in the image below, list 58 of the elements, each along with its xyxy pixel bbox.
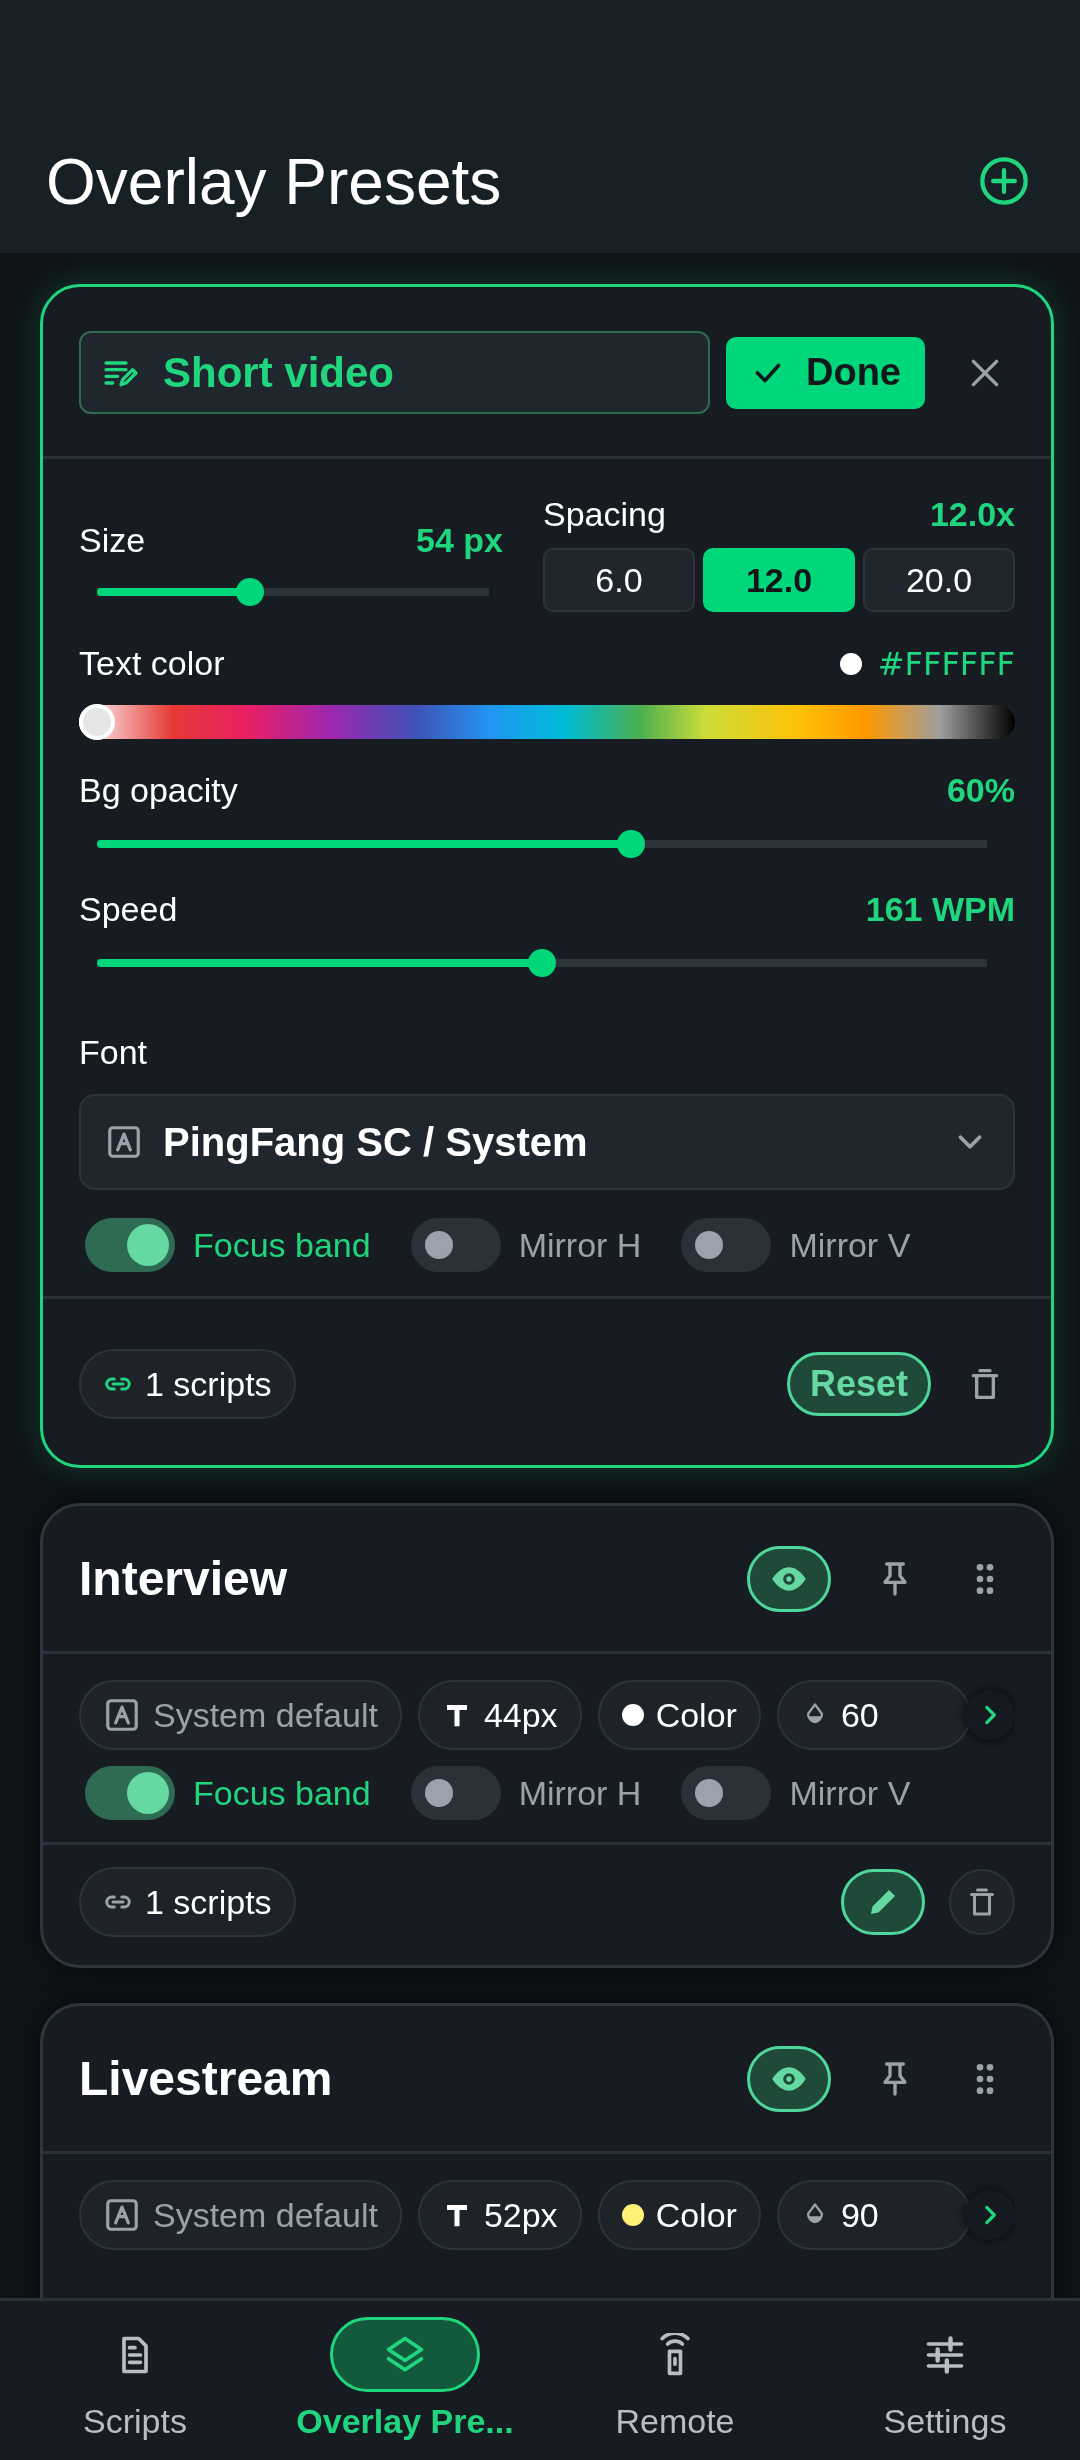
color-chip: Color	[597, 1680, 761, 1750]
font-select[interactable]: PingFang SC / System	[79, 1094, 1015, 1190]
scripts-chip[interactable]: 1 scripts	[79, 1867, 296, 1937]
font-icon	[105, 1123, 143, 1161]
reset-button[interactable]: Reset	[786, 1352, 931, 1416]
nav-tab[interactable]: Settings	[810, 2301, 1080, 2460]
toggle-switch[interactable]	[681, 1766, 772, 1820]
spacing-option[interactable]: 12.0	[703, 548, 855, 612]
spacing-option[interactable]: 6.0	[543, 548, 695, 612]
toggle-label: Focus band	[193, 1224, 371, 1266]
spacing-option[interactable]: 20.0	[863, 548, 1015, 612]
size-chip: 52px	[417, 2180, 582, 2250]
slider-handle[interactable]	[617, 830, 645, 858]
scroll-right-button[interactable]	[965, 2190, 1015, 2240]
toggle-label: Mirror V	[789, 1224, 911, 1266]
toggle-label: Mirror H	[518, 1772, 642, 1814]
nav-tab[interactable]: Remote	[540, 2301, 810, 2460]
setting-value: 12.0x	[929, 494, 1015, 535]
add-icon	[978, 155, 1030, 207]
toggle-switch[interactable]	[410, 1766, 501, 1820]
font-icon	[103, 1696, 141, 1734]
font-icon	[103, 2196, 141, 2234]
hue-slider[interactable]	[79, 705, 1015, 739]
toggle-switch[interactable]	[85, 1766, 175, 1820]
preset-name: Livestream	[79, 2050, 334, 2107]
toggle-switch[interactable]	[85, 1218, 175, 1272]
setting-value: 60%	[946, 770, 1015, 811]
page-title: Overlay Presets	[46, 146, 502, 217]
setting-label: Font	[79, 1032, 149, 1073]
preset-name: Interview	[79, 1550, 289, 1607]
opacity-chip: 60	[776, 1680, 971, 1750]
toggle-switch[interactable]	[410, 1218, 501, 1272]
setting-label: Size	[79, 520, 146, 561]
setting-label: Speed	[79, 889, 178, 930]
font-chip: System default	[79, 2180, 402, 2250]
slider-handle[interactable]	[528, 949, 556, 977]
color-chip: Color	[597, 2180, 761, 2250]
done-button[interactable]: Done	[726, 336, 925, 409]
toggle-label: Mirror V	[789, 1772, 911, 1814]
toggle-label: Mirror H	[518, 1224, 642, 1266]
setting-label: Text color	[79, 643, 225, 684]
nav-tab[interactable]: Scripts	[0, 2301, 270, 2460]
font-chip: System default	[79, 1680, 402, 1750]
slider-handle[interactable]	[79, 704, 115, 740]
setting-label: Bg opacity	[79, 770, 238, 811]
toggle-label: Focus band	[193, 1772, 371, 1814]
opacity-chip: 90	[776, 2180, 971, 2250]
setting-value: 161 WPM	[865, 889, 1015, 930]
scroll-right-button[interactable]	[965, 1690, 1015, 1740]
size-chip: 44px	[417, 1680, 582, 1750]
setting-value: 54 px	[416, 520, 503, 561]
scripts-chip[interactable]: 1 scripts	[79, 1349, 296, 1419]
toggle-switch[interactable]	[681, 1218, 772, 1272]
color-value: #FFFFFF	[877, 643, 1015, 685]
slider-handle[interactable]	[235, 578, 264, 606]
nav-tab[interactable]: Overlay Pre...	[270, 2301, 540, 2460]
setting-label: Spacing	[543, 494, 666, 535]
name-field[interactable]: Short video	[79, 331, 710, 414]
